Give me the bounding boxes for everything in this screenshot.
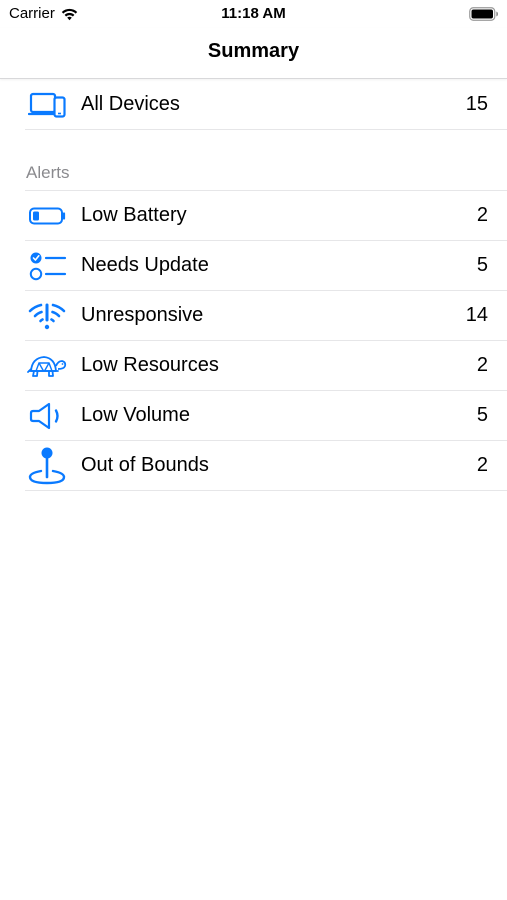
devices-icon [27, 89, 67, 121]
alert-row-low-volume[interactable]: Low Volume 5 [25, 391, 507, 441]
tortoise-icon [27, 350, 67, 382]
alerts-section: Low Battery 2 Needs Update 5 Unresponsiv… [25, 190, 507, 491]
alert-count: 5 [476, 404, 488, 426]
battery-low-icon [27, 200, 67, 232]
all-devices-count: 15 [465, 93, 488, 115]
devices-section: All Devices 15 [0, 80, 507, 130]
summary-screen: Carrier 11:18 AM Summary All Devices 15 … [0, 0, 507, 900]
alert-count: 2 [476, 354, 488, 376]
alert-label: Unresponsive [81, 304, 204, 326]
page-title: Summary [207, 40, 300, 62]
navigation-bar: Summary [0, 28, 507, 79]
alert-label: Out of Bounds [81, 454, 209, 476]
speaker-low-icon [27, 400, 67, 432]
alert-row-out-of-bounds[interactable]: Out of Bounds 2 [25, 441, 507, 491]
status-time: 11:18 AM [221, 5, 286, 22]
battery-icon [469, 7, 499, 21]
alert-count: 2 [476, 454, 488, 476]
status-bar: Carrier 11:18 AM [0, 0, 507, 28]
alert-label: Low Battery [81, 204, 187, 226]
all-devices-label: All Devices [81, 93, 180, 115]
alert-label: Needs Update [81, 254, 209, 276]
alert-label: Low Resources [81, 354, 219, 376]
alerts-section-header: Alerts [26, 163, 70, 182]
all-devices-row[interactable]: All Devices 15 [25, 80, 507, 130]
alert-count: 5 [476, 254, 488, 276]
wifi-exclamation-icon [27, 300, 67, 332]
alerts-list: Low Battery 2 Needs Update 5 Unresponsiv… [0, 191, 507, 491]
alert-row-unresponsive[interactable]: Unresponsive 14 [25, 291, 507, 341]
alert-row-low-battery[interactable]: Low Battery 2 [25, 191, 507, 241]
alert-count: 2 [476, 204, 488, 226]
alert-row-needs-update[interactable]: Needs Update 5 [25, 241, 507, 291]
location-pin-icon [27, 447, 67, 484]
checklist-icon [27, 250, 67, 282]
alert-row-low-resources[interactable]: Low Resources 2 [25, 341, 507, 391]
alert-label: Low Volume [81, 404, 190, 426]
alert-count: 14 [465, 304, 488, 326]
